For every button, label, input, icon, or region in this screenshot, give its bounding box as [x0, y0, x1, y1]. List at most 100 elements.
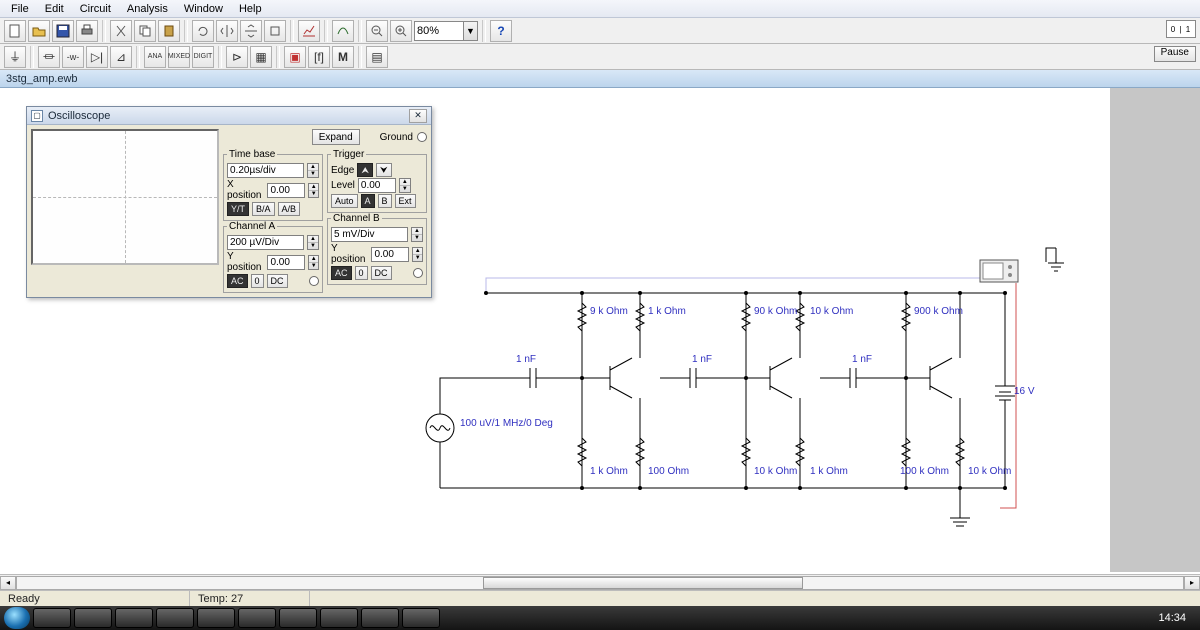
timebase-scale[interactable]: 0.20µs/div	[227, 163, 304, 178]
zoom-in-button[interactable]	[390, 20, 412, 42]
horizontal-scrollbar[interactable]: ◂ ▸	[0, 574, 1200, 590]
menu-analysis[interactable]: Analysis	[120, 2, 175, 16]
chb-scale[interactable]: 5 mV/Div	[331, 227, 408, 242]
document-filename: 3stg_amp.ewb	[6, 73, 78, 85]
graph-button[interactable]	[298, 20, 320, 42]
cha-probe-radio[interactable]	[309, 276, 319, 286]
mode-ab[interactable]: A/B	[278, 202, 301, 216]
scroll-thumb[interactable]	[483, 577, 803, 589]
cut-button[interactable]	[110, 20, 132, 42]
zoom-out-button[interactable]	[366, 20, 388, 42]
taskbar-item[interactable]	[33, 608, 71, 628]
flip-h-button[interactable]	[216, 20, 238, 42]
taskbar-item[interactable]	[115, 608, 153, 628]
workspace[interactable]: 100 uV/1 MHz/0 Deg 1 nF 9 k Ohm 1 k Ohm …	[0, 88, 1200, 590]
copy-button[interactable]	[134, 20, 156, 42]
expand-button[interactable]: Expand	[312, 129, 360, 145]
chb-spin[interactable]: ▲▼	[411, 227, 423, 242]
cha-0[interactable]: 0	[251, 274, 264, 288]
menu-file[interactable]: File	[4, 2, 36, 16]
analog-bin[interactable]: ANA	[144, 46, 166, 68]
chb-probe-radio[interactable]	[413, 268, 423, 278]
taskbar-clock: 14:34	[1148, 612, 1196, 624]
logic-bin[interactable]: ⊳	[226, 46, 248, 68]
diode-bin[interactable]: ▷|	[86, 46, 108, 68]
open-button[interactable]	[28, 20, 50, 42]
parts-button[interactable]	[332, 20, 354, 42]
trig-b[interactable]: B	[378, 194, 392, 208]
paste-button[interactable]	[158, 20, 180, 42]
menu-edit[interactable]: Edit	[38, 2, 71, 16]
power-switch[interactable]: 0 | 1	[1166, 20, 1196, 38]
save-button[interactable]	[52, 20, 74, 42]
trig-ext[interactable]: Ext	[395, 194, 416, 208]
misc-bin[interactable]: M	[332, 46, 354, 68]
cha-ypos-spin[interactable]: ▲▼	[308, 255, 319, 270]
taskbar-item[interactable]	[197, 608, 235, 628]
new-button[interactable]	[4, 20, 26, 42]
control-bin[interactable]: [f]	[308, 46, 330, 68]
edge-rise[interactable]: ⮝	[357, 163, 373, 177]
cha-ypos[interactable]: 0.00	[267, 255, 305, 270]
mode-ba[interactable]: B/A	[252, 202, 275, 216]
chb-ac[interactable]: AC	[331, 266, 352, 280]
cha-spin[interactable]: ▲▼	[307, 235, 319, 250]
zoom-input[interactable]	[415, 22, 463, 40]
sources-bin[interactable]: ⏚	[4, 46, 26, 68]
cha-dc[interactable]: DC	[267, 274, 288, 288]
xpos-field[interactable]: 0.00	[267, 183, 305, 198]
scroll-right-button[interactable]: ▸	[1184, 576, 1200, 590]
chb-ypos-spin[interactable]: ▲▼	[412, 247, 423, 262]
instruments-bin[interactable]: ▤	[366, 46, 388, 68]
scroll-left-button[interactable]: ◂	[0, 576, 16, 590]
print-button[interactable]	[76, 20, 98, 42]
menu-window[interactable]: Window	[177, 2, 230, 16]
zoom-combo[interactable]: ▼	[414, 21, 478, 41]
oscilloscope-titlebar[interactable]: ▢ Oscilloscope ✕	[27, 107, 431, 125]
level-spin[interactable]: ▲▼	[399, 178, 411, 193]
separator	[358, 46, 362, 68]
chb-dc[interactable]: DC	[371, 266, 392, 280]
rotate-button[interactable]	[192, 20, 214, 42]
timebase-spin[interactable]: ▲▼	[307, 163, 319, 178]
transistor-bin[interactable]: ⊿	[110, 46, 132, 68]
cha-scale[interactable]: 200 µV/Div	[227, 235, 304, 250]
taskbar-item[interactable]	[156, 608, 194, 628]
edge-fall[interactable]: ⮟	[376, 163, 392, 177]
oscilloscope-panel[interactable]: ▢ Oscilloscope ✕ Expand Ground	[26, 106, 432, 298]
scroll-track[interactable]	[16, 576, 1184, 590]
chb-ypos[interactable]: 0.00	[371, 247, 409, 262]
taskbar-item[interactable]	[320, 608, 358, 628]
start-orb[interactable]	[4, 607, 30, 629]
cha-ac[interactable]: AC	[227, 274, 248, 288]
subcircuit-button[interactable]	[264, 20, 286, 42]
menu-help[interactable]: Help	[232, 2, 269, 16]
indicator-bin[interactable]: ▣	[284, 46, 306, 68]
c1-label: 1 nF	[516, 354, 536, 365]
mixed-bin[interactable]: MIXED	[168, 46, 190, 68]
digital-bin[interactable]: DIGIT	[192, 46, 214, 68]
taskbar-item[interactable]	[74, 608, 112, 628]
xpos-spin[interactable]: ▲▼	[308, 183, 319, 198]
menu-circuit[interactable]: Circuit	[73, 2, 118, 16]
chevron-down-icon[interactable]: ▼	[463, 22, 477, 40]
basic-bin[interactable]: ⏛	[38, 46, 60, 68]
level-field[interactable]: 0.00	[358, 178, 396, 193]
taskbar-item[interactable]	[238, 608, 276, 628]
taskbar-item[interactable]	[279, 608, 317, 628]
taskbar-item[interactable]	[361, 608, 399, 628]
taskbar-item[interactable]	[402, 608, 440, 628]
separator	[184, 20, 188, 42]
mode-yt[interactable]: Y/T	[227, 202, 249, 216]
chb-0[interactable]: 0	[355, 266, 368, 280]
pause-button[interactable]: Pause	[1154, 46, 1196, 62]
flip-v-button[interactable]	[240, 20, 262, 42]
trig-auto[interactable]: Auto	[331, 194, 358, 208]
close-button[interactable]: ✕	[409, 109, 427, 123]
os-taskbar[interactable]: 14:34	[0, 606, 1200, 630]
resistor-icon[interactable]: -ᴡ-	[62, 46, 84, 68]
trig-a[interactable]: A	[361, 194, 375, 208]
ground-radio[interactable]	[417, 132, 427, 142]
ic-bin[interactable]: ▦	[250, 46, 272, 68]
help-button[interactable]: ?	[490, 20, 512, 42]
